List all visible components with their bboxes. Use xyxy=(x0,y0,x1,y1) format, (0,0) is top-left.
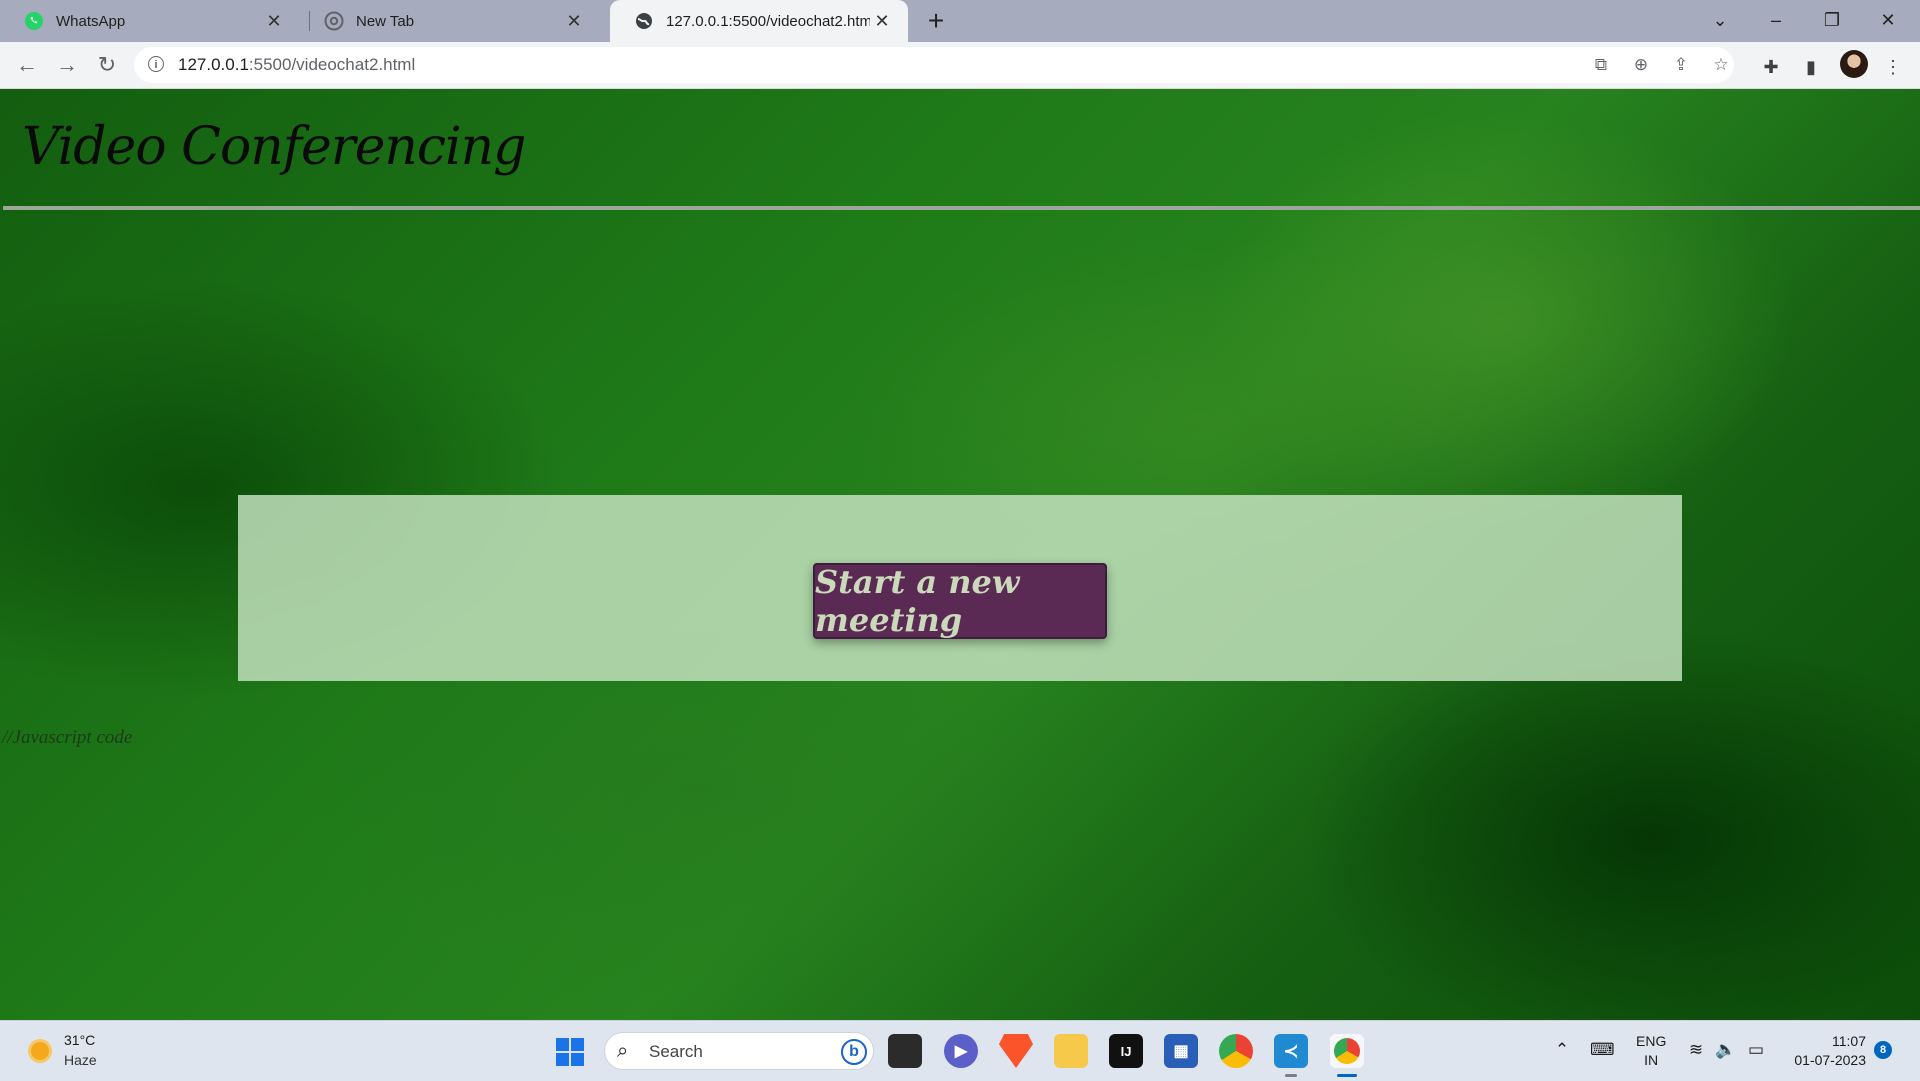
close-tab-icon[interactable]: ✕ xyxy=(562,11,586,32)
language-code: ENG xyxy=(1636,1033,1667,1049)
clock-time: 11:07 xyxy=(1832,1033,1866,1049)
webpage: Video Conferencing Start a new meeting /… xyxy=(0,89,1920,1020)
tab-title: WhatsApp xyxy=(56,12,126,30)
new-tab-button[interactable]: + xyxy=(920,4,952,38)
browser-toolbar: ← → ↻ i 127.0.0.1:5500/videochat2.html ⧉… xyxy=(0,42,1920,89)
taskbar: 31°C Haze ⌕ Search b ▶ IJ ▦ ≺ ⌃ ⌨ ENG IN… xyxy=(0,1020,1920,1081)
whatsapp-icon xyxy=(25,12,43,30)
tab-title: 127.0.0.1:5500/videochat2.html xyxy=(666,12,870,30)
share-icon[interactable]: ⇪ xyxy=(1670,54,1692,76)
weather-sun-icon[interactable] xyxy=(26,1037,54,1065)
vscode-running-indicator xyxy=(1285,1074,1297,1077)
tab-strip: WhatsApp ✕ New Tab ✕ 127.0.0.1:5500/vide… xyxy=(0,0,1920,42)
taskbar-search[interactable]: ⌕ Search b xyxy=(604,1032,874,1070)
language-indicator[interactable]: ENG IN xyxy=(1636,1032,1666,1070)
close-tab-icon[interactable]: ✕ xyxy=(870,11,894,32)
windows-start-icon[interactable] xyxy=(556,1038,584,1066)
weather-temperature[interactable]: 31°C xyxy=(64,1032,95,1048)
reload-icon[interactable]: ↻ xyxy=(92,50,122,80)
restore-icon[interactable]: ❐ xyxy=(1804,0,1860,42)
tab-title: New Tab xyxy=(356,12,415,30)
forward-icon[interactable]: → xyxy=(52,50,82,80)
vscode-icon[interactable]: ≺ xyxy=(1274,1034,1308,1068)
zoom-icon[interactable]: ⊕ xyxy=(1630,54,1652,76)
notification-badge[interactable]: 8 xyxy=(1874,1041,1892,1059)
search-label: Search xyxy=(649,1042,703,1061)
intellij-idea-icon[interactable]: IJ xyxy=(1109,1034,1143,1068)
close-tab-icon[interactable]: ✕ xyxy=(262,11,286,32)
language-region: IN xyxy=(1644,1052,1659,1068)
menu-kebab-icon[interactable]: ⋮ xyxy=(1882,56,1904,78)
globe-icon xyxy=(636,13,652,29)
google-chrome-icon[interactable] xyxy=(1219,1034,1253,1068)
bookmark-star-icon[interactable]: ☆ xyxy=(1710,54,1732,76)
side-panel-icon[interactable]: ▮ xyxy=(1800,56,1822,78)
back-icon[interactable]: ← xyxy=(12,50,42,80)
brave-browser-icon[interactable] xyxy=(999,1034,1033,1068)
microsoft-store-icon[interactable]: ▦ xyxy=(1164,1034,1198,1068)
minimize-icon[interactable]: – xyxy=(1748,0,1804,42)
url-text[interactable]: 127.0.0.1:5500/videochat2.html xyxy=(178,55,415,75)
volume-icon[interactable]: 🔈 xyxy=(1714,1038,1738,1062)
javascript-comment-text: //Javascript code xyxy=(2,727,133,748)
weather-description[interactable]: Haze xyxy=(64,1052,97,1068)
site-info-icon[interactable]: i xyxy=(148,56,164,72)
close-window-icon[interactable]: ✕ xyxy=(1860,0,1916,42)
wifi-icon[interactable]: ≋ xyxy=(1684,1038,1708,1062)
battery-icon[interactable]: ▭ xyxy=(1744,1038,1768,1062)
keyboard-icon[interactable]: ⌨ xyxy=(1590,1038,1615,1062)
show-hidden-icons-chevron-icon[interactable]: ⌃ xyxy=(1550,1038,1574,1062)
clock-date: 01-07-2023 xyxy=(1794,1052,1866,1068)
bing-icon[interactable]: b xyxy=(841,1039,867,1065)
extensions-icon[interactable]: ✚ xyxy=(1760,56,1782,78)
translate-icon[interactable]: ⧉ xyxy=(1590,54,1612,76)
teams-chat-icon[interactable]: ▶ xyxy=(944,1034,978,1068)
start-meeting-button[interactable]: Start a new meeting xyxy=(813,563,1107,639)
header-divider xyxy=(3,206,1920,210)
system-clock[interactable]: 11:07 01-07-2023 xyxy=(1782,1032,1866,1070)
tab-search-chevron-icon[interactable]: ⌄ xyxy=(1692,0,1748,42)
tab-new-tab[interactable]: New Tab ✕ xyxy=(300,0,600,42)
active-app-indicator xyxy=(1337,1074,1357,1077)
profile-avatar[interactable] xyxy=(1840,50,1868,78)
task-view-icon[interactable] xyxy=(888,1034,922,1068)
chrome-icon xyxy=(324,11,344,31)
file-explorer-icon[interactable] xyxy=(1054,1034,1088,1068)
chrome-profile-active-icon[interactable] xyxy=(1330,1034,1364,1068)
address-bar[interactable]: i 127.0.0.1:5500/videochat2.html ⧉ ⊕ ⇪ ☆ xyxy=(134,47,1734,83)
search-icon: ⌕ xyxy=(617,1040,629,1062)
tab-whatsapp[interactable]: WhatsApp ✕ xyxy=(0,0,300,42)
tab-videochat[interactable]: 127.0.0.1:5500/videochat2.html ✕ xyxy=(610,0,908,42)
page-title: Video Conferencing xyxy=(22,117,526,177)
